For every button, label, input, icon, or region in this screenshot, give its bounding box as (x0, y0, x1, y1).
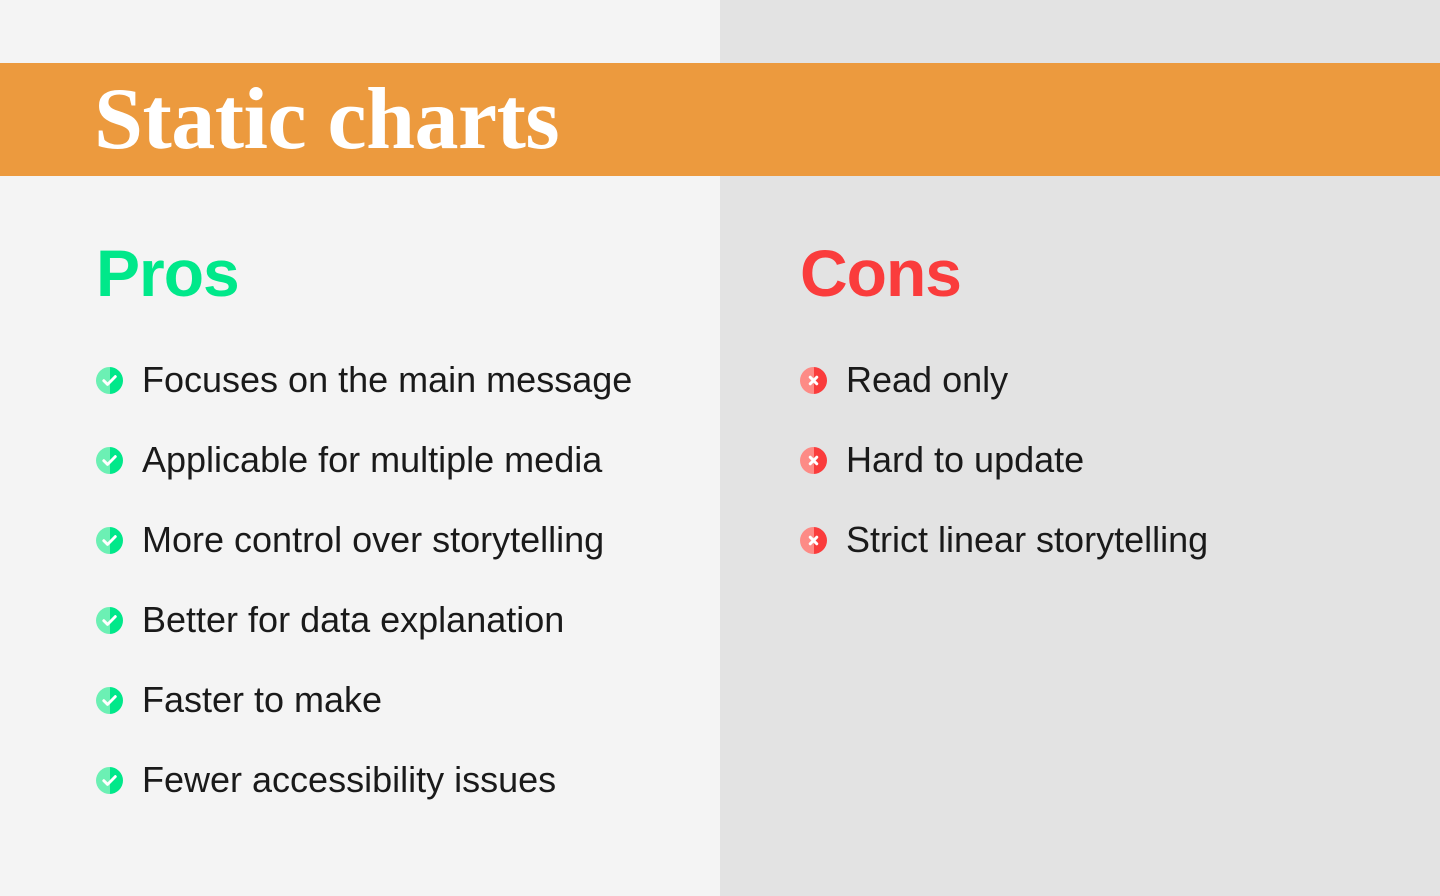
list-item-label: Strict linear storytelling (846, 519, 1209, 560)
cross-circle-icon (800, 526, 827, 554)
list-item-label: Better for data explanation (142, 599, 565, 640)
list-item-label: Faster to make (142, 679, 383, 720)
list-item-label: Applicable for multiple media (142, 439, 603, 480)
check-circle-icon (96, 686, 123, 714)
pros-column: Pros Focuses on the main message Applica… (0, 176, 720, 896)
list-item: Read only (800, 340, 1420, 420)
cross-circle-icon (800, 446, 827, 474)
list-item: Strict linear storytelling (800, 500, 1420, 580)
cons-heading: Cons (800, 236, 962, 310)
list-item-label: More control over storytelling (142, 519, 605, 560)
list-item-label: Focuses on the main message (142, 359, 633, 400)
list-item-label: Fewer accessibility issues (142, 759, 557, 800)
list-item: Faster to make (96, 660, 696, 740)
cons-column: Cons Read only Hard to update Strict lin… (720, 176, 1440, 896)
list-item-label: Read only (846, 359, 1009, 400)
pros-heading: Pros (96, 236, 240, 310)
list-item: Focuses on the main message (96, 340, 696, 420)
list-item: Hard to update (800, 420, 1420, 500)
title-band: Static charts (0, 63, 1440, 176)
page-title: Static charts (94, 70, 560, 168)
slide-canvas: Static charts Pros Focuses on the main m… (0, 0, 1440, 896)
check-circle-icon (96, 446, 123, 474)
list-item-label: Hard to update (846, 439, 1085, 480)
pros-list: Focuses on the main message Applicable f… (96, 340, 696, 820)
list-item: Fewer accessibility issues (96, 740, 696, 820)
list-item: Better for data explanation (96, 580, 696, 660)
check-circle-icon (96, 606, 123, 634)
list-item: Applicable for multiple media (96, 420, 696, 500)
check-circle-icon (96, 526, 123, 554)
list-item: More control over storytelling (96, 500, 696, 580)
cross-circle-icon (800, 366, 827, 394)
check-circle-icon (96, 766, 123, 794)
check-circle-icon (96, 366, 123, 394)
cons-list: Read only Hard to update Strict linear s… (800, 340, 1420, 580)
